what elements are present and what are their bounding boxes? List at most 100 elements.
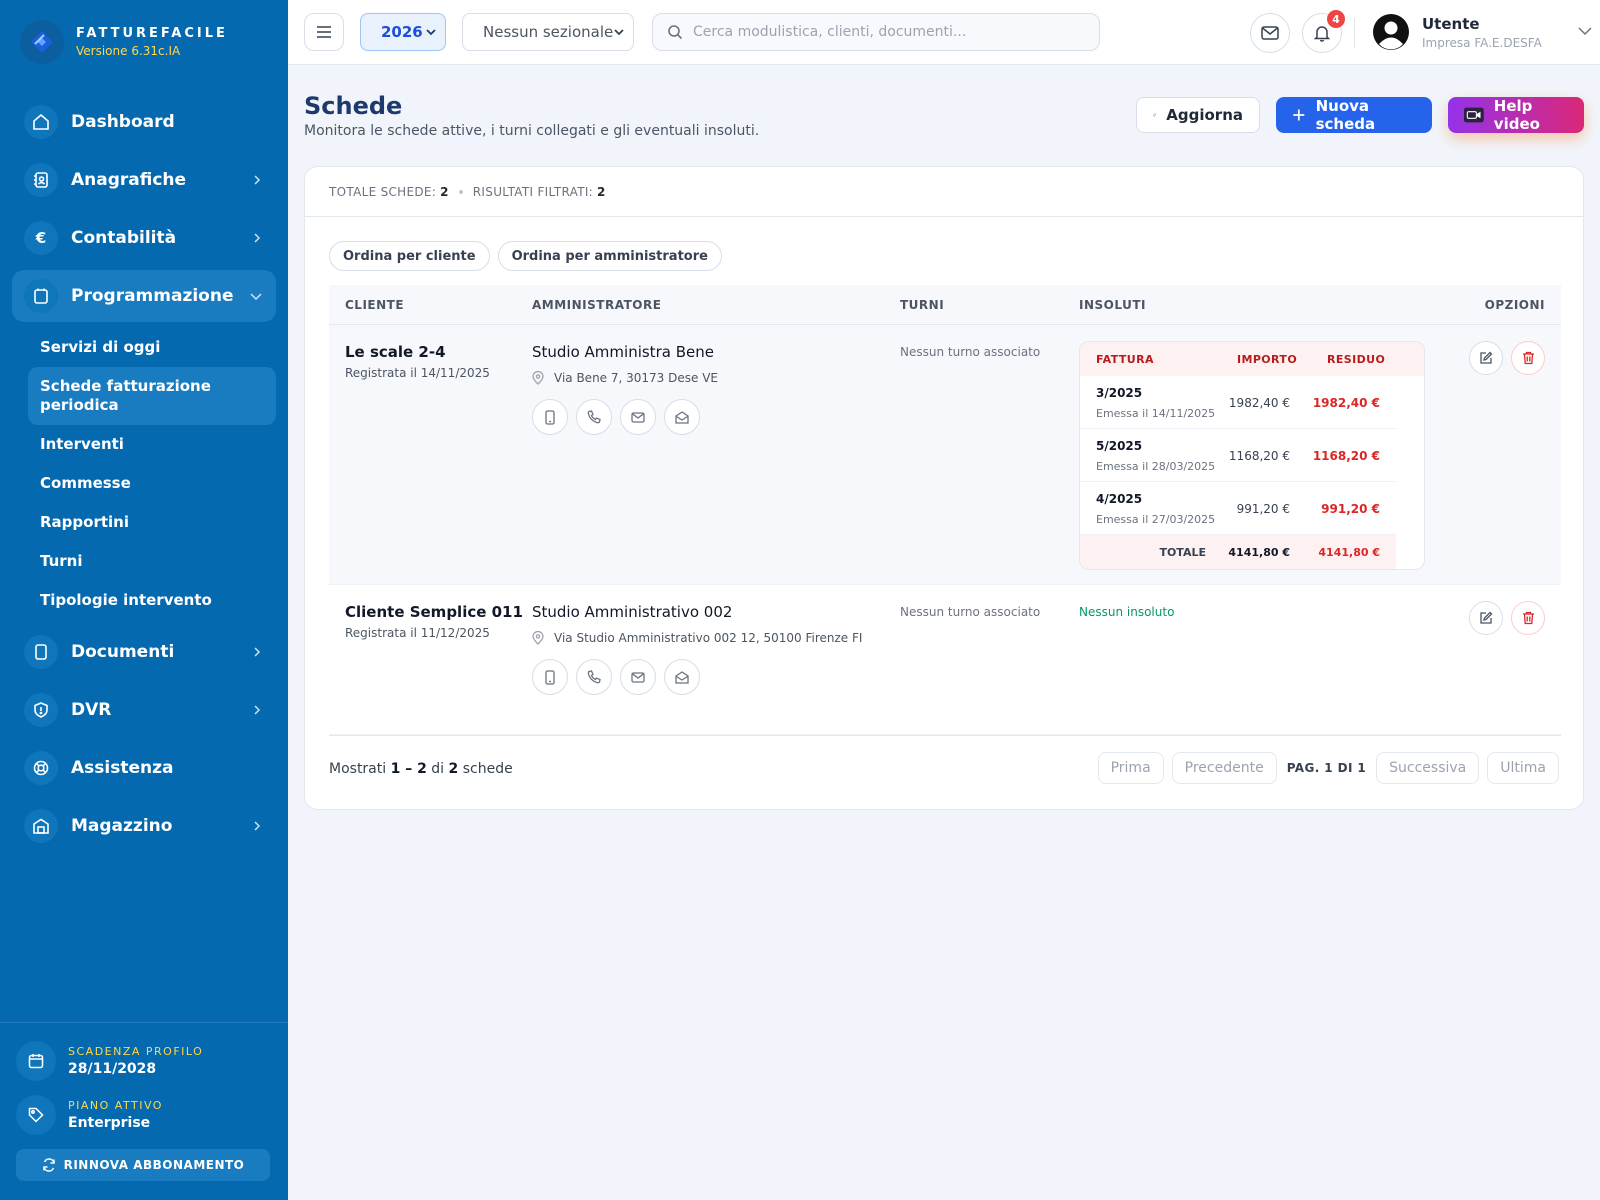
- email-button[interactable]: [620, 399, 656, 435]
- edit-icon: [1480, 611, 1493, 624]
- logo-icon: [20, 20, 64, 64]
- year-select[interactable]: 2026: [360, 13, 446, 51]
- invoice-number: 5/2025: [1096, 439, 1143, 453]
- nav-item-magazzino[interactable]: Magazzino: [12, 800, 276, 852]
- subnav-programmazione: Servizi di oggi Schede fatturazione peri…: [28, 328, 276, 620]
- edit-button[interactable]: [1469, 601, 1503, 635]
- subnav-item-turni[interactable]: Turni: [28, 542, 276, 581]
- phone-icon: [587, 410, 601, 424]
- sort-by-admin-button[interactable]: Ordina per amministratore: [497, 241, 722, 271]
- row-options: [1461, 601, 1545, 635]
- client-name[interactable]: Le scale 2-4: [345, 343, 490, 361]
- nav-item-contabilita[interactable]: € Contabilità: [12, 212, 276, 264]
- nav-item-anagrafiche[interactable]: Anagrafiche: [12, 154, 276, 206]
- col-admin: AMMINISTRATORE: [532, 298, 662, 312]
- registered-date: Registrata il 14/11/2025: [345, 366, 490, 380]
- pagination: Prima Precedente PAG. 1 DI 1 Successiva …: [1090, 752, 1559, 784]
- calendar-icon: [16, 1041, 56, 1081]
- phone-button[interactable]: [576, 399, 612, 435]
- col-turni: TURNI: [900, 298, 945, 312]
- invoice-row[interactable]: 5/2025 Emessa il 28/03/2025 1168,20 € 11…: [1080, 429, 1396, 482]
- sort-by-client-button[interactable]: Ordina per cliente: [329, 241, 490, 271]
- table-row: Le scale 2-4 Registrata il 14/11/2025 St…: [329, 325, 1561, 585]
- shown-prefix: Mostrati: [329, 761, 387, 777]
- phone-button[interactable]: [576, 659, 612, 695]
- email-button[interactable]: [620, 659, 656, 695]
- delete-button[interactable]: [1511, 341, 1545, 375]
- invoice-row[interactable]: 4/2025 Emessa il 27/03/2025 991,20 € 991…: [1080, 482, 1396, 535]
- invoice-residual: 1982,40 €: [1312, 396, 1380, 410]
- next-page-button[interactable]: Successiva: [1376, 752, 1480, 784]
- nav-label: Documenti: [71, 642, 175, 662]
- chevron-right-icon: [254, 233, 261, 243]
- notifications-button[interactable]: 4: [1302, 10, 1345, 53]
- menu-toggle-button[interactable]: [304, 13, 344, 51]
- divider: [329, 735, 1561, 736]
- invoice-row[interactable]: 3/2025 Emessa il 14/11/2025 1982,40 € 19…: [1080, 376, 1396, 429]
- search-icon: [668, 25, 683, 40]
- refresh-button[interactable]: Aggiorna: [1136, 97, 1260, 133]
- edit-button[interactable]: [1469, 341, 1503, 375]
- user-menu[interactable]: Utente Impresa FA.E.DESFA: [1372, 13, 1592, 51]
- nav-label: Anagrafiche: [71, 170, 187, 190]
- renew-subscription-button[interactable]: RINNOVA ABBONAMENTO: [16, 1149, 270, 1181]
- messages-button[interactable]: [1250, 13, 1290, 53]
- pec-button[interactable]: [664, 659, 700, 695]
- last-page-button[interactable]: Ultima: [1487, 752, 1559, 784]
- plan-label: PIANO ATTIVO: [68, 1099, 163, 1112]
- user-company: Impresa FA.E.DESFA: [1422, 35, 1542, 50]
- address-text: Via Studio Amministrativo 002 12, 50100 …: [554, 631, 863, 645]
- invoice-amount: 1168,20 €: [1228, 449, 1290, 463]
- total-amount: 4141,80 €: [1228, 546, 1290, 559]
- pec-button[interactable]: [664, 399, 700, 435]
- nav-item-documenti[interactable]: Documenti: [12, 626, 276, 678]
- mobile-button[interactable]: [532, 659, 568, 695]
- nav-item-dashboard[interactable]: Dashboard: [12, 96, 276, 148]
- first-page-button[interactable]: Prima: [1097, 752, 1164, 784]
- mobile-button[interactable]: [532, 399, 568, 435]
- shown-suffix: schede: [462, 761, 513, 777]
- help-video-button[interactable]: Help video: [1448, 97, 1584, 133]
- nav-label: Programmazione: [71, 286, 234, 306]
- map-pin-icon: [532, 631, 544, 645]
- help-video-label: Help video: [1493, 97, 1540, 133]
- subnav-item-commesse[interactable]: Commesse: [28, 464, 276, 503]
- subnav-item-interventi[interactable]: Interventi: [28, 425, 276, 464]
- video-icon: [1464, 107, 1484, 123]
- address-text: Via Bene 7, 30173 Dese VE: [554, 371, 718, 385]
- subnav-item-servizi-oggi[interactable]: Servizi di oggi: [28, 328, 276, 367]
- prev-page-button[interactable]: Precedente: [1171, 752, 1277, 784]
- invoice-residual: 1168,20 €: [1312, 449, 1380, 463]
- app-name: FATTUREFACILE: [76, 26, 228, 41]
- sezionale-select[interactable]: Nessun sezionale: [462, 13, 634, 51]
- phone-icon: [587, 670, 601, 684]
- nav-item-assistenza[interactable]: Assistenza: [12, 742, 276, 794]
- bell-icon: [1314, 26, 1330, 42]
- subnav-item-tipologie[interactable]: Tipologie intervento: [28, 581, 276, 620]
- col-insoluti: INSOLUTI: [1079, 298, 1146, 312]
- delete-button[interactable]: [1511, 601, 1545, 635]
- profile-expiry: SCADENZA PROFILO 28/11/2028: [16, 1041, 272, 1081]
- invoices-table: FATTURA IMPORTO RESIDUO 3/2025 Emessa il…: [1079, 341, 1425, 570]
- brand[interactable]: FATTUREFACILE Versione 6.31c.IA: [20, 20, 228, 64]
- sezionale-value: Nessun sezionale: [483, 23, 614, 41]
- sidebar: FATTUREFACILE Versione 6.31c.IA Dashboar…: [0, 0, 288, 1200]
- nav-item-programmazione[interactable]: Programmazione: [12, 270, 276, 322]
- search-input[interactable]: [693, 24, 1073, 40]
- nav-label: DVR: [71, 700, 112, 720]
- filtered-label: RISULTATI FILTRATI:: [472, 184, 594, 199]
- chevron-right-icon: [254, 175, 261, 185]
- new-scheda-label: Nuova scheda: [1315, 97, 1376, 133]
- new-scheda-button[interactable]: Nuova scheda: [1276, 97, 1432, 133]
- main-nav: Dashboard Anagrafiche € Contabilità Prog…: [12, 96, 276, 858]
- admin-address: Via Studio Amministrativo 002 12, 50100 …: [532, 631, 862, 645]
- client-name[interactable]: Cliente Semplice 011: [345, 603, 523, 621]
- subnav-item-rapportini[interactable]: Rapportini: [28, 503, 276, 542]
- page-title: Schede: [304, 92, 403, 120]
- lifebuoy-icon: [24, 751, 58, 785]
- nav-item-dvr[interactable]: DVR: [12, 684, 276, 736]
- insoluti-cell: Nessun insoluto: [1079, 601, 1174, 619]
- subnav-item-schede[interactable]: Schede fatturazione periodica: [28, 367, 276, 425]
- invoice-date: Emessa il 28/03/2025: [1096, 460, 1216, 473]
- trash-icon: [1522, 611, 1534, 625]
